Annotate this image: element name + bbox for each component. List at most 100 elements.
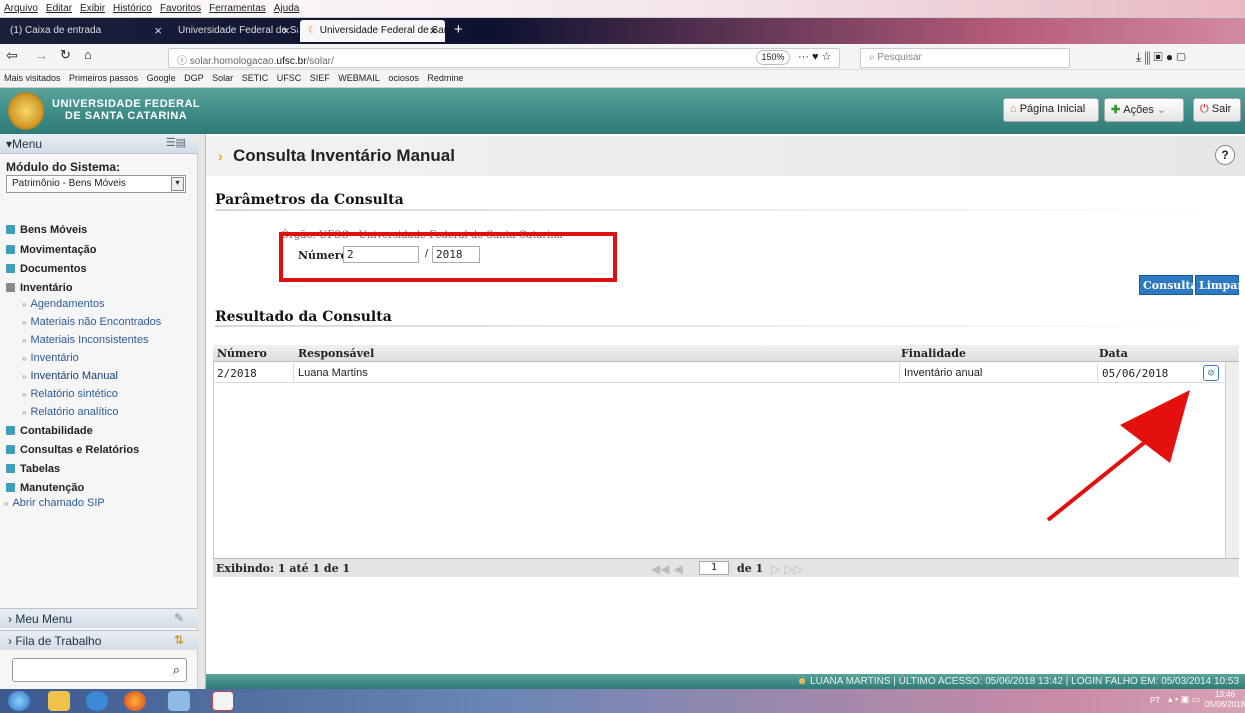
module-select[interactable]: Patrimônio - Bens Móveis ▾ bbox=[6, 175, 186, 193]
email-icon[interactable] bbox=[168, 691, 190, 711]
folder-icon[interactable] bbox=[48, 691, 70, 711]
expand-icon bbox=[6, 464, 15, 473]
close-icon[interactable]: × bbox=[429, 23, 437, 38]
home-page-button[interactable]: ⌂ Página Inicial bbox=[1003, 98, 1099, 122]
tab-inbox[interactable]: (1) Caixa de entrada × bbox=[2, 20, 170, 42]
firefox-icon[interactable] bbox=[124, 691, 146, 711]
sidebar-sub-materiais-inconsistentes[interactable]: Materiais Inconsistentes bbox=[30, 334, 148, 346]
url-bar[interactable]: ⓘ solar.homologacao.ufsc.br/solar/ bbox=[168, 48, 840, 68]
tab-ufsc-1[interactable]: Universidade Federal de Santa× bbox=[170, 20, 298, 42]
work-queue-header[interactable]: › Fila de Trabalho ⇅ bbox=[0, 630, 198, 650]
sidebar-item-bens-moveis[interactable]: Bens Móveis bbox=[6, 224, 87, 236]
paint-icon[interactable] bbox=[212, 691, 234, 711]
bookmark-item[interactable]: ociosos bbox=[388, 73, 419, 83]
bookmark-item[interactable]: Google bbox=[147, 73, 176, 83]
col-responsavel[interactable]: Responsável bbox=[298, 347, 374, 360]
bookmark-item[interactable]: WEBMAIL bbox=[338, 73, 380, 83]
col-numero[interactable]: Número bbox=[217, 347, 267, 360]
page-actions-icon[interactable]: ··· ♥ ☆ bbox=[798, 50, 832, 63]
sidebar-item-contabilidade[interactable]: Contabilidade bbox=[6, 425, 93, 437]
first-page-icon[interactable]: ◀◀ ◀ bbox=[651, 562, 683, 576]
clock[interactable]: 13:46 05/06/2018 bbox=[1205, 690, 1245, 710]
edit-icon[interactable]: ⊘ bbox=[1203, 365, 1219, 381]
sidebar-sub-agendamentos[interactable]: Agendamentos bbox=[30, 298, 104, 310]
col-finalidade[interactable]: Finalidade bbox=[901, 347, 966, 360]
back-icon[interactable]: ⇦ bbox=[6, 47, 18, 64]
forward-icon[interactable]: → bbox=[34, 47, 48, 63]
section-divider bbox=[215, 325, 1239, 327]
info-icon: ⓘ bbox=[177, 56, 190, 67]
col-data[interactable]: Data bbox=[1099, 347, 1128, 360]
menu-editar[interactable]: Editar bbox=[42, 0, 76, 17]
bookmark-item[interactable]: SETIC bbox=[242, 73, 269, 83]
expand-icon bbox=[6, 245, 15, 254]
menu-arquivo[interactable]: Arquivo bbox=[0, 0, 42, 17]
actions-button[interactable]: ✚ Ações ⌄ bbox=[1104, 98, 1184, 122]
language-indicator[interactable]: PT bbox=[1150, 696, 1160, 705]
showing-text: Exibindo: 1 até 1 de 1 bbox=[216, 562, 351, 575]
tab-ufsc-2[interactable]: ☾ Universidade Federal de Santa × bbox=[300, 20, 445, 42]
browser-tabbar: (1) Caixa de entrada × Universidade Feder… bbox=[0, 18, 1245, 44]
table-row[interactable]: 2/2018 Luana Martins Inventário anual 05… bbox=[213, 363, 1225, 383]
sidebar-item-tabelas[interactable]: Tabelas bbox=[6, 463, 60, 475]
expand-icon bbox=[6, 225, 15, 234]
sidebar-item-inventario[interactable]: Inventário bbox=[6, 282, 73, 294]
consultar-button[interactable]: Consultar bbox=[1139, 275, 1203, 295]
sidebar-sub-relatorio-sintetico[interactable]: Relatório sintético bbox=[30, 388, 117, 400]
list-view-icon[interactable]: ☰▤ bbox=[166, 136, 186, 149]
sidebar-item-consultas-relatorios[interactable]: Consultas e Relatórios bbox=[6, 444, 139, 456]
bookmark-item[interactable]: Redmine bbox=[427, 73, 463, 83]
start-icon[interactable] bbox=[8, 691, 30, 711]
page-of-text: de 1 bbox=[737, 562, 764, 575]
sidebar-sub-inventario[interactable]: Inventário bbox=[30, 352, 78, 364]
close-icon[interactable]: × bbox=[154, 23, 162, 38]
params-section-title: Parâmetros da Consulta bbox=[215, 192, 404, 208]
bookmark-item[interactable]: Primeiros passos bbox=[69, 73, 138, 83]
loading-icon: ☾ bbox=[308, 25, 320, 36]
menu-historico[interactable]: Histórico bbox=[109, 0, 156, 17]
sidebar-sub-relatorio-analitico[interactable]: Relatório analítico bbox=[30, 406, 118, 418]
bookmark-item[interactable]: SIEF bbox=[310, 73, 330, 83]
ie-icon[interactable] bbox=[86, 691, 108, 711]
new-tab-button[interactable]: + bbox=[450, 20, 472, 42]
next-page-icon[interactable]: ▷ ▷▷ bbox=[771, 562, 803, 576]
exit-label: Sair bbox=[1211, 103, 1232, 115]
help-icon[interactable]: ? bbox=[1215, 145, 1235, 165]
power-icon: ⏻ bbox=[1200, 103, 1212, 115]
tray-icons[interactable]: ▴ ▪ ▣ ▭ bbox=[1168, 694, 1200, 705]
sidebar-item-manutencao[interactable]: Manutenção bbox=[6, 482, 84, 494]
zoom-indicator[interactable]: 150% bbox=[756, 50, 790, 65]
sidebar-splitter[interactable] bbox=[198, 134, 206, 689]
limpar-button[interactable]: Limpar bbox=[1195, 275, 1243, 295]
menu-exibir[interactable]: Exibir bbox=[76, 0, 109, 17]
sidebar-sub-materiais-nao-encontrados[interactable]: Materiais não Encontrados bbox=[30, 316, 161, 328]
cell-finalidade: Inventário anual bbox=[904, 367, 983, 379]
close-icon[interactable]: × bbox=[282, 23, 290, 38]
sidebar-item-documentos[interactable]: Documentos bbox=[6, 263, 87, 275]
menu-label: Menu bbox=[12, 137, 43, 151]
bookmark-item[interactable]: UFSC bbox=[277, 73, 302, 83]
sidebar-search-input[interactable]: ⌕ bbox=[12, 658, 187, 682]
user-icon: ☻ bbox=[796, 676, 811, 687]
bookmark-item[interactable]: Solar bbox=[212, 73, 233, 83]
sidebar-sub-inventario-manual[interactable]: Inventário Manual bbox=[30, 370, 117, 382]
sidebar-menu-header[interactable]: ▾Menu ☰▤ bbox=[0, 134, 198, 154]
module-value: Patrimônio - Bens Móveis bbox=[12, 178, 126, 189]
sidebar-sip-link[interactable]: Abrir chamado SIP bbox=[12, 497, 104, 509]
home-icon[interactable]: ⌂ bbox=[84, 47, 92, 62]
toolbar-icons[interactable]: ⤓ ⫼ ▣ ● ▢ bbox=[1136, 50, 1186, 65]
menu-favoritos[interactable]: Favoritos bbox=[156, 0, 205, 17]
cell-divider bbox=[899, 363, 900, 383]
menu-ferramentas[interactable]: Ferramentas bbox=[205, 0, 270, 17]
cell-divider bbox=[293, 363, 294, 383]
search-icon[interactable]: ⌕ bbox=[173, 662, 180, 678]
menu-ajuda[interactable]: Ajuda bbox=[270, 0, 304, 17]
bookmark-item[interactable]: Mais visitados bbox=[4, 73, 61, 83]
sidebar-item-movimentacao[interactable]: Movimentação bbox=[6, 244, 96, 256]
bookmark-item[interactable]: DGP bbox=[184, 73, 204, 83]
reload-icon[interactable]: ↻ bbox=[60, 47, 71, 63]
my-menu-header[interactable]: › Meu Menu ✎ bbox=[0, 608, 198, 628]
browser-search-input[interactable]: ⌕ Pesquisar bbox=[860, 48, 1070, 68]
page-number-input[interactable]: 1 bbox=[699, 561, 729, 575]
exit-button[interactable]: ⏻ Sair bbox=[1193, 98, 1241, 122]
